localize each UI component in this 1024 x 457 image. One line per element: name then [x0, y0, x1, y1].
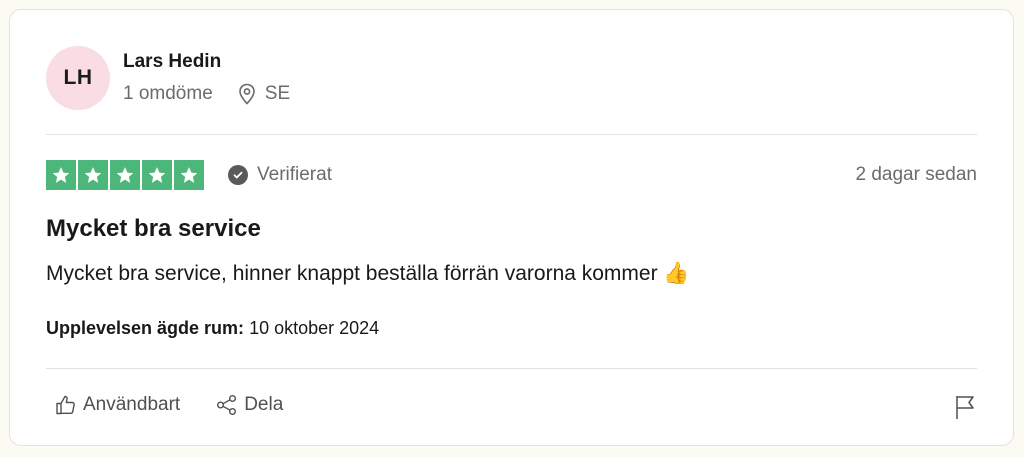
share-button[interactable]: Dela: [216, 394, 283, 416]
consumer-meta: 1 omdöme SE: [123, 82, 290, 106]
location-pin-icon: [237, 83, 257, 105]
star-icon: [142, 159, 172, 190]
star-icon: [110, 159, 140, 190]
experience-value: 10 oktober 2024: [249, 318, 380, 338]
consumer-name[interactable]: Lars Hedin: [123, 50, 290, 74]
avatar[interactable]: LH: [46, 46, 110, 110]
verified-badge[interactable]: Verifierat: [228, 164, 332, 186]
star-rating: [46, 159, 204, 190]
review-actions: Användbart Dela: [55, 394, 283, 416]
consumer-header: LH Lars Hedin 1 omdöme SE: [46, 44, 290, 112]
star-icon: [46, 159, 76, 190]
useful-label: Användbart: [83, 394, 181, 415]
consumer-info: Lars Hedin 1 omdöme SE: [123, 46, 290, 110]
divider: [46, 134, 977, 135]
consumer-country: SE: [264, 83, 291, 104]
star-icon: [78, 159, 108, 190]
useful-button[interactable]: Användbart: [55, 394, 180, 416]
review-count: 1 omdöme: [123, 83, 213, 104]
share-label: Dela: [244, 394, 284, 415]
review-title[interactable]: Mycket bra service: [46, 214, 261, 244]
star-icon: [174, 159, 204, 190]
review-text: Mycket bra service, hinner knappt bestäl…: [46, 262, 690, 285]
divider: [46, 368, 977, 369]
experience-label: Upplevelsen ägde rum:: [46, 318, 245, 338]
review-date: 2 dagar sedan: [855, 163, 978, 185]
report-flag-button[interactable]: [953, 394, 977, 420]
avatar-initials: LH: [63, 66, 93, 89]
share-icon: [217, 395, 237, 415]
experience-date: Upplevelsen ägde rum: 10 oktober 2024: [46, 316, 379, 340]
review-card: LH Lars Hedin 1 omdöme SE Verifierat 2 d…: [9, 9, 1014, 446]
flag-icon: [956, 396, 974, 419]
verified-label: Verifierat: [257, 163, 332, 185]
thumbs-up-icon: [56, 395, 75, 415]
rating-row: Verifierat 2 dagar sedan: [46, 159, 977, 190]
check-circle-icon: [228, 164, 248, 185]
